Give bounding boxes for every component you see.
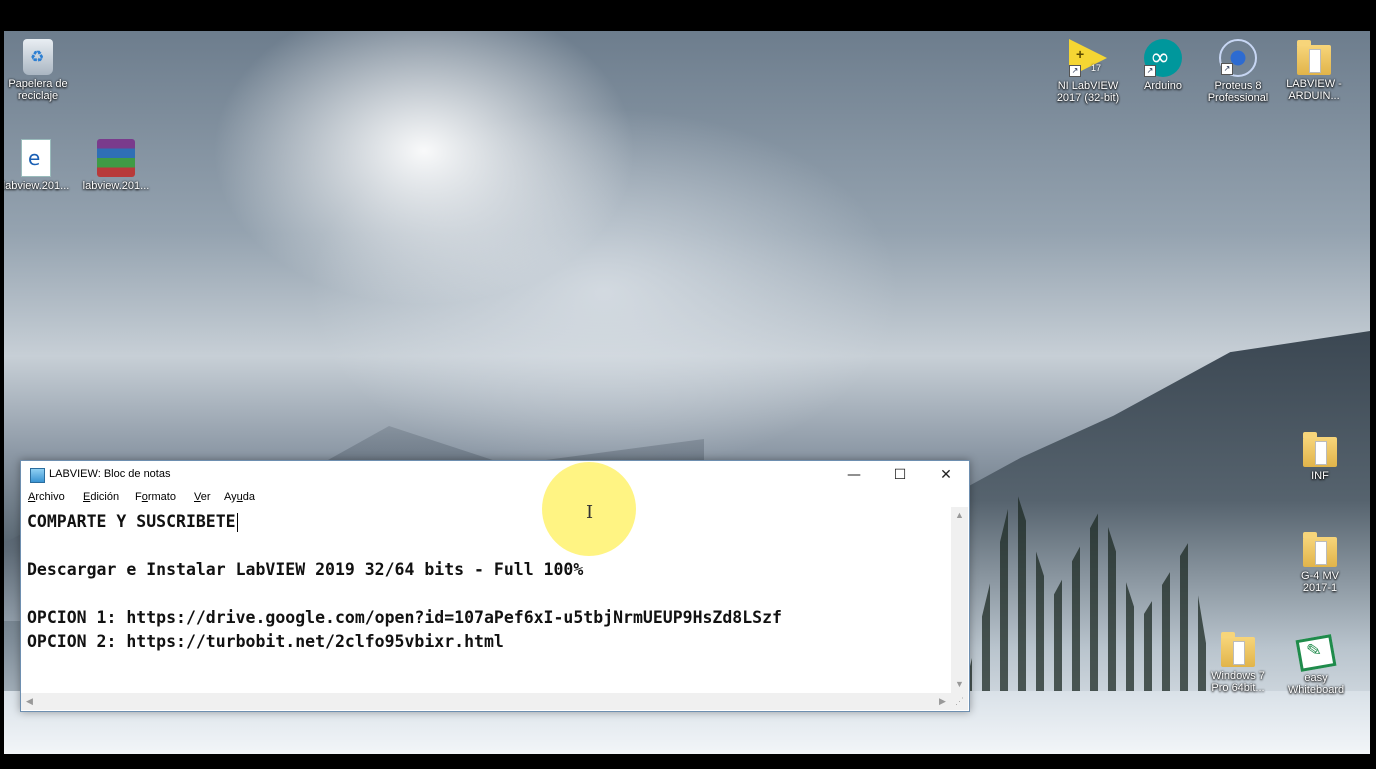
menu-bar: Archivo Edición Formato Ver Ayuda [21, 489, 969, 507]
desktop-icon-ni-labview[interactable]: 17 ↗ NI LabVIEW 2017 (32-bit) [1054, 39, 1122, 104]
shortcut-arrow-icon: ↗ [1069, 65, 1081, 77]
recycle-bin-icon [23, 39, 53, 75]
desktop-icon-label: easy Whiteboard [1287, 672, 1345, 696]
desktop-icon-arduino[interactable]: ↗ Arduino [1129, 39, 1197, 92]
resize-grip-icon[interactable]: ⋰ [951, 693, 968, 710]
window-titlebar[interactable]: LABVIEW: Bloc de notas — ☐ ✕ [21, 461, 969, 489]
desktop-icon-proteus[interactable]: ↗ Proteus 8 Professional [1204, 39, 1272, 104]
close-button[interactable]: ✕ [923, 461, 969, 489]
shortcut-arrow-icon: ↗ [1221, 63, 1233, 75]
folder-icon [1221, 632, 1255, 667]
notepad-window[interactable]: LABVIEW: Bloc de notas — ☐ ✕ Archivo Edi… [20, 460, 970, 712]
letterbox-bottom [0, 754, 1376, 769]
desktop-icon-label: Proteus 8 Professional [1207, 80, 1269, 104]
desktop-icon-recycle-bin[interactable]: Papelera de reciclaje [4, 39, 72, 102]
labview-app-icon: 17 ↗ [1069, 39, 1107, 77]
ibeam-cursor-icon: I [586, 502, 594, 523]
desktop-icon-g4-folder[interactable]: G-4 MV 2017-1 [1286, 531, 1354, 594]
maximize-button[interactable]: ☐ [877, 461, 923, 489]
editor-line: OPCION 1: https://drive.google.com/open?… [27, 608, 782, 627]
menu-formato[interactable]: Formato [135, 491, 176, 503]
shortcut-arrow-icon: ↗ [1144, 65, 1156, 77]
folder-icon [1303, 532, 1337, 567]
scroll-down-icon[interactable]: ▼ [951, 676, 968, 693]
horizontal-scrollbar[interactable]: ◀ ▶ [21, 693, 951, 710]
menu-ayuda[interactable]: Ayuda [224, 491, 255, 503]
vertical-scrollbar[interactable]: ▲ ▼ [951, 507, 968, 693]
folder-icon [1303, 432, 1337, 467]
folder-icon [1297, 40, 1331, 75]
desktop-icon-label: labview.201... [4, 180, 70, 192]
minimize-button[interactable]: — [831, 461, 877, 489]
editor-line: OPCION 2: https://turbobit.net/2clfo95vb… [27, 632, 504, 651]
desktop-icon-labview-arduino-folder[interactable]: LABVIEW - ARDUIN... [1280, 39, 1348, 102]
menu-ver[interactable]: Ver [194, 491, 211, 503]
letterbox-top [0, 0, 1376, 31]
proteus-atom-icon: ↗ [1219, 39, 1257, 77]
desktop-icon-inf-folder[interactable]: INF [1286, 431, 1354, 482]
window-title: LABVIEW: Bloc de notas [49, 468, 171, 480]
scroll-left-icon[interactable]: ◀ [21, 693, 38, 710]
editor-line: COMPARTE Y SUSCRIBETE [27, 512, 238, 532]
desktop-icon-label: Windows 7 Pro 64bit... [1211, 670, 1265, 694]
desktop-icon-label: labview.201... [82, 180, 150, 192]
desktop-icon-label: Arduino [1144, 80, 1182, 92]
desktop-icon-label: G-4 MV 2017-1 [1301, 570, 1339, 594]
desktop-icon-label: Papelera de reciclaje [8, 78, 68, 102]
menu-archivo[interactable]: Archivo [28, 491, 65, 503]
scroll-up-icon[interactable]: ▲ [951, 507, 968, 524]
arduino-icon: ↗ [1144, 39, 1182, 77]
html-document-icon [21, 139, 51, 177]
winrar-archive-icon [97, 139, 135, 177]
desktop-icon-label: LABVIEW - ARDUIN... [1286, 78, 1342, 102]
menu-edicion[interactable]: Edición [83, 491, 119, 503]
scroll-right-icon[interactable]: ▶ [934, 693, 951, 710]
desktop-icon-windows7-folder[interactable]: Windows 7 Pro 64bit... [1204, 631, 1272, 694]
desktop-icon-easy-whiteboard[interactable]: easy Whiteboard [1282, 631, 1350, 696]
text-caret [236, 513, 238, 532]
desktop-icon-label: NI LabVIEW 2017 (32-bit) [1056, 80, 1120, 104]
desktop-icon-label: INF [1311, 470, 1329, 482]
desktop-icon-labview-doc[interactable]: labview.201... [4, 139, 70, 192]
text-editor[interactable]: COMPARTE Y SUSCRIBETE Descargar e Instal… [21, 507, 951, 693]
notepad-icon [30, 468, 45, 483]
desktop-icon-labview-rar[interactable]: labview.201... [82, 139, 150, 192]
whiteboard-icon [1295, 634, 1337, 672]
editor-line: Descargar e Instalar LabVIEW 2019 32/64 … [27, 560, 584, 579]
